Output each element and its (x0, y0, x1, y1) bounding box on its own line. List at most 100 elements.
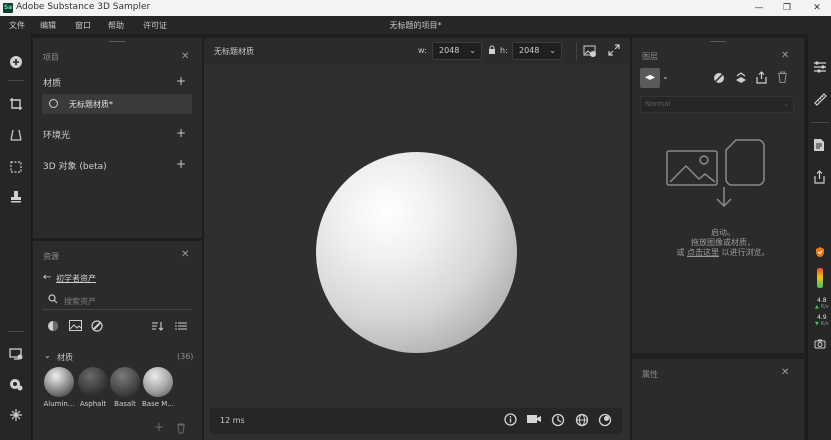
stamp-icon[interactable] (8, 189, 24, 205)
environment-rotate-icon[interactable] (550, 413, 566, 429)
globe-icon[interactable] (574, 413, 590, 429)
properties-panel-title: 属性 (642, 370, 658, 379)
chevron-down-icon: ⌄ (783, 100, 789, 108)
asset-thumbnail[interactable] (110, 367, 140, 397)
stat-upload: 4.8 (817, 297, 827, 304)
stat-upload-unit: K/s (821, 304, 829, 310)
minimize-button[interactable]: — (752, 1, 766, 15)
add-object-button[interactable]: + (176, 157, 186, 171)
list-view-icon[interactable] (174, 320, 188, 334)
compare-split-button[interactable]: ◂▸ (640, 68, 660, 88)
settings-icon[interactable] (8, 376, 24, 392)
material-item[interactable]: 无标题材质* (42, 94, 192, 114)
objects-section-label: 3D 对象 (beta) (43, 162, 107, 172)
display-icon[interactable] (8, 346, 24, 362)
asset-label: Asphalt (79, 400, 107, 408)
title-bar: Sa Adobe Substance 3D Sampler — ❐ ✕ (0, 0, 831, 16)
panel-handle[interactable] (710, 41, 726, 42)
info-icon[interactable] (502, 413, 518, 429)
search-box[interactable] (42, 292, 192, 310)
blend-mode-value: Normal (645, 100, 671, 108)
asset-thumbnail[interactable] (44, 367, 74, 397)
export-icon[interactable] (755, 71, 768, 87)
drop-text-suffix: 以进行浏览。 (721, 248, 770, 257)
chevron-down-icon: ⌄ (549, 46, 556, 55)
maximize-button[interactable]: ❐ (780, 1, 794, 15)
adjustment-icon[interactable] (734, 71, 748, 88)
category-label: 材质 (57, 353, 73, 362)
layers-panel-title: 图层 (642, 52, 658, 61)
camera-icon[interactable] (526, 413, 542, 429)
width-label: w: (418, 46, 427, 55)
share-icon[interactable] (813, 170, 826, 187)
drop-text-prefix: 或 (676, 248, 685, 257)
stat-download: 4.9 (817, 314, 827, 321)
lock-icon[interactable] (488, 45, 496, 58)
layer-filter-icon[interactable] (713, 72, 725, 87)
environment-filter-icon[interactable] (90, 320, 104, 334)
viewport-tab-title: 无标题材质 (214, 47, 254, 56)
toolbar-divider (811, 122, 829, 123)
app-logo: Sa (3, 3, 13, 13)
menu-bar: 文件 编辑 窗口 帮助 许可证 无标题的项目* (0, 16, 831, 34)
search-input[interactable] (64, 294, 184, 308)
asset-thumbnail[interactable] (143, 367, 173, 397)
assets-panel-title: 资源 (43, 252, 59, 261)
environment-section-label: 环境光 (43, 131, 71, 141)
gpu-meter (817, 268, 823, 288)
network-icon[interactable] (8, 407, 24, 423)
layer-settings-icon[interactable] (813, 60, 827, 77)
left-toolbar (0, 34, 32, 440)
asset-thumbnail[interactable] (78, 367, 108, 397)
add-material-button[interactable]: + (176, 74, 186, 88)
material-status-icon (49, 99, 58, 108)
crop-icon[interactable] (8, 96, 24, 112)
add-icon[interactable] (8, 54, 24, 70)
properties-panel-close-icon[interactable]: ✕ (781, 367, 789, 378)
app-title: Adobe Substance 3D Sampler (16, 2, 151, 12)
viewport-bottom-bar: 12 ms (210, 408, 622, 434)
back-link[interactable]: 初学者资产 (56, 273, 96, 284)
image-filter-icon[interactable] (68, 320, 82, 334)
add-asset-button[interactable]: + (154, 420, 164, 434)
chevron-down-icon: ⌄ (469, 46, 476, 55)
render-settings-icon[interactable] (582, 43, 598, 62)
height-select[interactable]: 2048 ⌄ (512, 42, 562, 60)
back-arrow-icon[interactable]: ← (43, 272, 51, 283)
shield-icon (815, 246, 825, 261)
drop-text-line3: 或 点击这里 以进行浏览。 (640, 247, 806, 258)
browse-link[interactable]: 点击这里 (687, 248, 719, 257)
category-count: (36) (177, 352, 194, 361)
layers-panel-close-icon[interactable]: ✕ (781, 50, 789, 61)
material-preview-sphere[interactable] (316, 152, 517, 353)
panel-handle[interactable] (109, 41, 125, 42)
document-icon[interactable] (813, 138, 825, 155)
screenshot-icon[interactable] (814, 339, 826, 352)
measure-icon[interactable] (813, 92, 827, 109)
project-panel-close-icon[interactable]: ✕ (181, 51, 189, 62)
viewport-header: 无标题材质 w: 2048 ⌄ h: 2048 ⌄ (204, 38, 630, 64)
close-button[interactable]: ✕ (810, 1, 824, 15)
asset-label: Basalt (114, 400, 136, 408)
expand-icon[interactable] (608, 44, 620, 59)
assets-panel-close-icon[interactable]: ✕ (181, 249, 189, 260)
chevron-down-icon[interactable]: ⌄ (662, 72, 669, 81)
toolbar-divider (8, 331, 24, 332)
chevron-down-icon[interactable]: ⌄ (44, 351, 51, 360)
project-panel-title: 项目 (43, 53, 59, 62)
material-sphere-icon[interactable] (597, 413, 613, 429)
sort-icon[interactable] (150, 320, 164, 334)
transform-icon[interactable] (8, 159, 24, 175)
add-environment-button[interactable]: + (176, 126, 186, 140)
width-select[interactable]: 2048 ⌄ (432, 42, 482, 60)
asset-label: Base M... (142, 400, 174, 408)
upload-arrow-icon: ▲ (815, 304, 819, 310)
blend-mode-select: Normal ⌄ (640, 96, 794, 113)
materials-section-label: 材质 (43, 79, 62, 89)
material-filter-icon[interactable] (46, 320, 60, 334)
delete-icon[interactable] (176, 423, 186, 437)
perspective-icon[interactable] (8, 127, 24, 143)
delete-layer-icon[interactable] (777, 71, 788, 86)
header-divider (576, 42, 577, 60)
toolbar-divider (8, 80, 24, 81)
